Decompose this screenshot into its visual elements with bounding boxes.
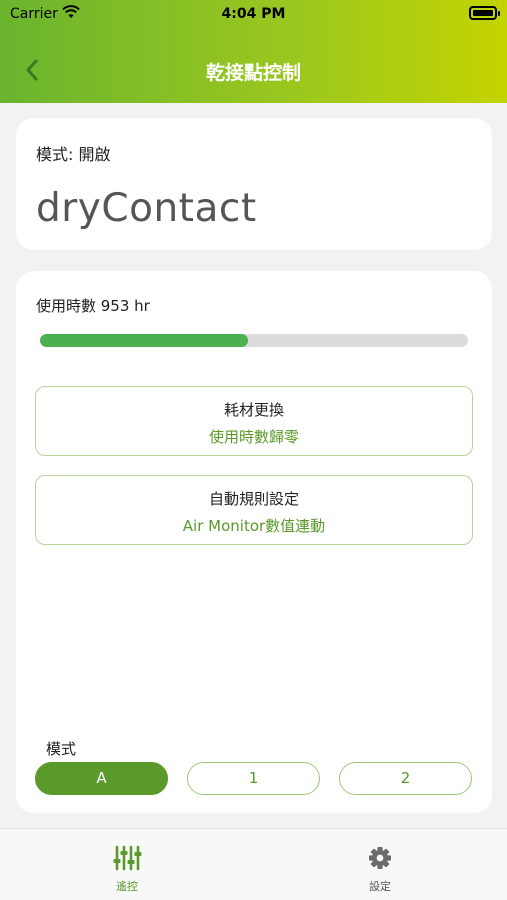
reset-hours-subtitle: 使用時數歸零 [208, 428, 299, 446]
replace-consumable-title: 耗材更換 [223, 401, 284, 419]
tab-remote-control-label: 遙控 [116, 880, 138, 893]
tab-remote-control[interactable]: 遙控 [67, 829, 187, 900]
device-name: dryContact [36, 186, 257, 231]
mode-option-1[interactable]: 1 [187, 762, 320, 795]
mode-label: 模式 [46, 740, 77, 758]
tab-bar: 遙控 設定 [0, 828, 507, 900]
mode-option-2[interactable]: 2 [339, 762, 472, 795]
header-bar: Carrier 4:04 PM 乾接點控制 [0, 0, 507, 103]
gear-icon [369, 847, 391, 869]
usage-hours-label: 使用時數 953 hr [36, 297, 150, 315]
mode-option-a[interactable]: A [35, 762, 168, 795]
battery-icon [469, 6, 500, 20]
tab-settings[interactable]: 設定 [320, 829, 440, 900]
device-info-card: 模式: 開啟 dryContact [16, 118, 492, 250]
page-title: 乾接點控制 [205, 62, 301, 84]
auto-rule-button[interactable]: 自動規則設定 Air Monitor數值連動 [35, 475, 473, 545]
status-bar: Carrier 4:04 PM [0, 0, 507, 28]
mode-status: 模式: 開啟 [36, 145, 111, 164]
sliders-icon [113, 845, 142, 871]
replace-consumable-button[interactable]: 耗材更換 使用時數歸零 [35, 386, 473, 456]
clock: 4:04 PM [221, 6, 286, 22]
air-monitor-link-subtitle: Air Monitor數值連動 [182, 517, 326, 535]
control-card: 使用時數 953 hr 耗材更換 使用時數歸零 自動規則設定 Air Monit… [16, 271, 492, 813]
auto-rule-title: 自動規則設定 [208, 490, 299, 508]
tab-settings-label: 設定 [369, 880, 391, 893]
usage-progress-bar [40, 334, 468, 347]
usage-progress-fill [40, 334, 248, 347]
